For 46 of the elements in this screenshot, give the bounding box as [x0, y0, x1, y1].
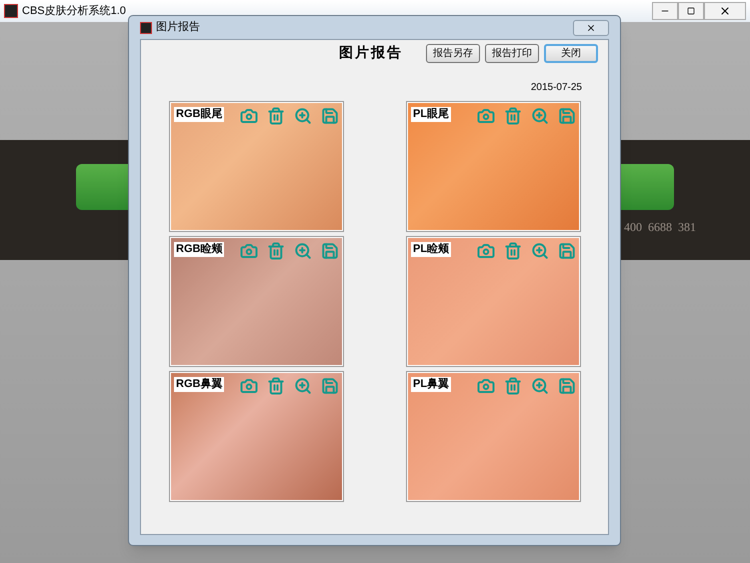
camera-icon[interactable]	[477, 107, 495, 125]
save-icon[interactable]	[321, 242, 339, 260]
photo-label: PL眼尾	[411, 107, 452, 122]
app-window-title: CBS皮肤分析系统1.0	[22, 4, 126, 19]
close-icon	[586, 22, 596, 32]
save-icon[interactable]	[558, 107, 576, 125]
dialog-logo-icon	[140, 22, 152, 34]
save-icon[interactable]	[321, 377, 339, 395]
camera-icon[interactable]	[477, 377, 495, 395]
zoom-in-icon[interactable]	[294, 242, 312, 260]
trash-icon[interactable]	[504, 377, 522, 395]
save-icon[interactable]	[558, 377, 576, 395]
app-logo-icon	[4, 4, 18, 18]
camera-icon[interactable]	[240, 107, 258, 125]
dialog-button[interactable]: 关闭	[544, 44, 598, 62]
dialog-button[interactable]: 报告另存	[426, 44, 480, 62]
trash-icon[interactable]	[504, 107, 522, 125]
zoom-in-icon[interactable]	[294, 107, 312, 125]
close-icon	[719, 5, 731, 17]
trash-icon[interactable]	[504, 242, 522, 260]
photo-label: PL睑颊	[411, 242, 452, 257]
zoom-in-icon[interactable]	[531, 242, 549, 260]
zoom-in-icon[interactable]	[531, 377, 549, 395]
report-date: 2015-07-25	[530, 81, 582, 95]
report-heading: 图片报告	[339, 44, 403, 62]
trash-icon[interactable]	[267, 377, 285, 395]
dialog-title: 图片报告	[156, 20, 200, 36]
save-icon[interactable]	[321, 107, 339, 125]
photo-label: RGB睑颊	[174, 242, 224, 257]
dialog-button[interactable]: 报告打印	[485, 44, 539, 62]
zoom-in-icon[interactable]	[531, 107, 549, 125]
trash-icon[interactable]	[267, 242, 285, 260]
trash-icon[interactable]	[267, 107, 285, 125]
photo-label: RGB鼻翼	[174, 377, 224, 392]
camera-icon[interactable]	[240, 242, 258, 260]
phone-number: 400 6688 381	[624, 219, 696, 236]
camera-icon[interactable]	[477, 242, 495, 260]
dialog-close-button[interactable]	[573, 20, 609, 36]
save-icon[interactable]	[558, 242, 576, 260]
close-button[interactable]	[704, 2, 746, 20]
maximize-icon	[687, 7, 695, 15]
photo-label: PL鼻翼	[411, 377, 452, 392]
zoom-in-icon[interactable]	[294, 377, 312, 395]
camera-icon[interactable]	[240, 377, 258, 395]
photo-label: RGB眼尾	[174, 107, 224, 122]
maximize-button[interactable]	[678, 2, 704, 20]
